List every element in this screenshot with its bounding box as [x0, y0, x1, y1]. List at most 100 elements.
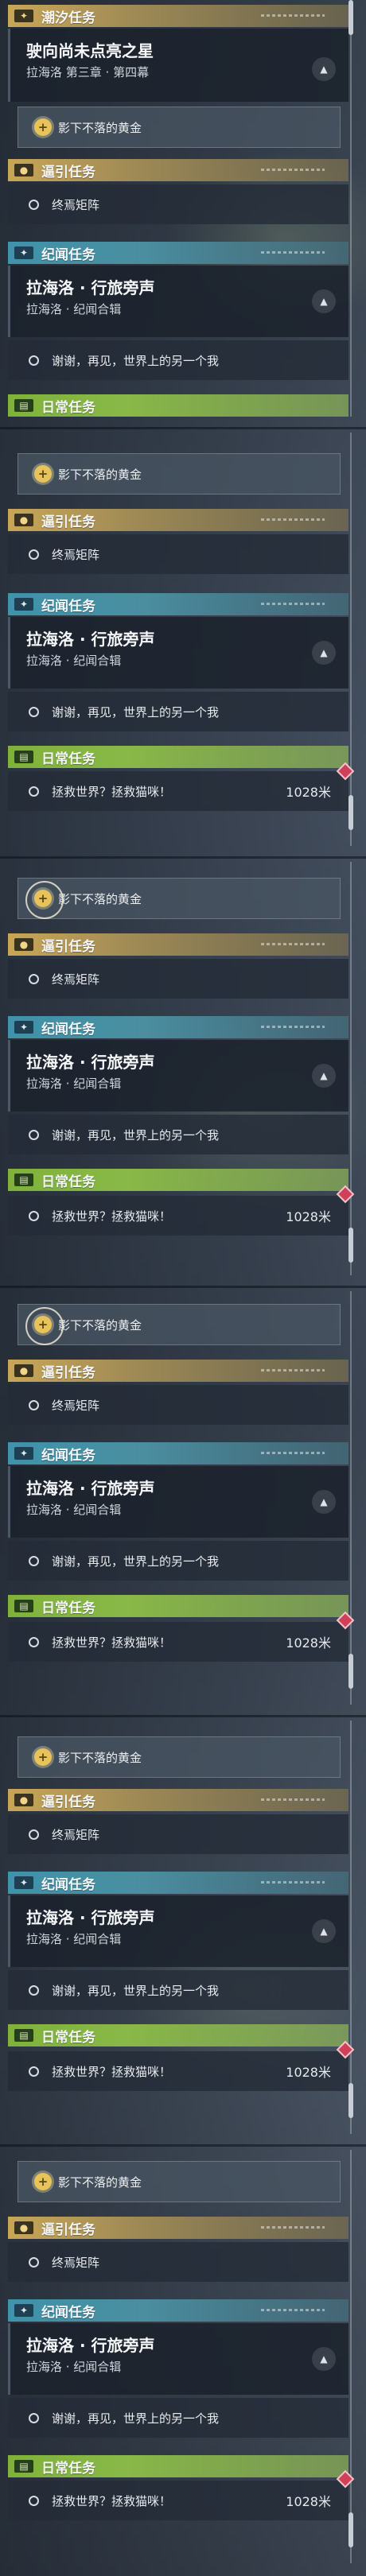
quest-title: 拉海洛 · 行旅旁声 — [26, 2336, 155, 2355]
scroll-rail[interactable] — [350, 1721, 352, 2134]
quest-row[interactable]: 拯救世界？拯救猫咪！ 1028米 — [8, 2469, 355, 2520]
radio-circle-icon[interactable] — [29, 2066, 39, 2077]
quest-row[interactable]: 拯救世界？拯救猫咪！ 1028米 — [8, 2040, 355, 2091]
scroll-thumb[interactable] — [348, 1228, 353, 1263]
section-header-story[interactable]: ✦ 纪闻任务 — [8, 1872, 348, 1894]
main-quest-card[interactable]: 驶向尚未点亮之星 拉海洛 第三章 · 第四幕 ▲ — [8, 29, 348, 102]
story-quest-card[interactable]: 拉海洛 · 行旅旁声 拉海洛 · 纪闻合辑 ▲ — [8, 266, 348, 337]
quest-row[interactable]: 谢谢，再见，世界上的另一个我 — [8, 1541, 348, 1581]
radio-circle-icon[interactable] — [29, 2412, 39, 2423]
quest-row[interactable]: 谢谢，再见，世界上的另一个我 — [8, 340, 348, 380]
section-title: 日常任务 — [41, 1600, 95, 1616]
section-header-story[interactable]: ✦ 纪闻任务 — [8, 1016, 348, 1038]
radio-circle-icon[interactable] — [29, 706, 39, 717]
radio-circle-icon[interactable] — [29, 2256, 39, 2268]
quest-row[interactable]: 谢谢，再见，世界上的另一个我 — [8, 1115, 348, 1154]
scroll-rail[interactable] — [350, 3, 352, 417]
section-header-guide[interactable]: ● 逼引任务 — [8, 509, 348, 531]
section-header-story[interactable]: ✦ 纪闻任务 — [8, 593, 348, 615]
section-header-guide[interactable]: ● 逼引任务 — [8, 2217, 348, 2239]
tracked-quest-pill[interactable]: + 影下不落的黄金 — [18, 107, 341, 148]
quest-row[interactable]: 拯救世界？拯救猫咪！ 1028米 — [8, 1185, 355, 1236]
quest-name: 终焉矩阵 — [52, 197, 100, 212]
scroll-rail[interactable] — [350, 2150, 352, 2563]
quest-subtitle: 拉海洛 · 纪闻合辑 — [26, 1077, 122, 1091]
radio-circle-icon[interactable] — [29, 1829, 39, 1840]
tracked-quest-pill[interactable]: + 影下不落的黄金 — [18, 2161, 341, 2202]
scroll-thumb[interactable] — [348, 0, 353, 35]
header-decoration — [261, 518, 325, 521]
section-header-guide[interactable]: ● 逼引任务 — [8, 933, 348, 956]
section-title: 日常任务 — [41, 399, 95, 416]
chevron-up-icon[interactable]: ▲ — [312, 1919, 336, 1943]
radio-circle-icon[interactable] — [29, 355, 39, 366]
tracked-quest-pill[interactable]: + 影下不落的黄金 — [18, 1304, 341, 1345]
radio-circle-icon[interactable] — [29, 2495, 39, 2506]
scroll-rail[interactable] — [350, 862, 352, 1275]
section-header-guide[interactable]: ● 逼引任务 — [8, 1789, 348, 1811]
section-header-guide[interactable]: ● 逼引任务 — [8, 1360, 348, 1382]
quest-row[interactable]: 拯救世界？拯救猫咪！ 1028米 — [8, 762, 355, 811]
section-header-daily[interactable]: ▤ 日常任务 — [8, 394, 348, 417]
quest-row[interactable]: 终焉矩阵 — [8, 534, 348, 574]
section-header-daily[interactable]: ▤ 日常任务 — [8, 1169, 348, 1191]
section-header-tide[interactable]: ✦ 潮汐任务 — [8, 5, 348, 27]
quest-row[interactable]: 终焉矩阵 — [8, 2242, 348, 2282]
section-header-story[interactable]: ✦ 纪闻任务 — [8, 1442, 348, 1465]
quest-row[interactable]: 拯救世界？拯救猫咪！ 1028米 — [8, 1611, 355, 1662]
scroll-thumb[interactable] — [348, 795, 353, 830]
quest-row[interactable]: 谢谢，再见，世界上的另一个我 — [8, 692, 348, 731]
section-title: 纪闻任务 — [41, 1876, 95, 1893]
section-header-daily[interactable]: ▤ 日常任务 — [8, 2024, 348, 2046]
tracked-quest-pill[interactable]: + 影下不落的黄金 — [18, 1736, 341, 1778]
radio-circle-icon[interactable] — [29, 1129, 39, 1140]
sparkle-icon: ✦ — [14, 10, 33, 22]
tracked-quest-pill[interactable]: + 影下不落的黄金 — [18, 878, 341, 919]
scroll-thumb[interactable] — [348, 2083, 353, 2118]
radio-circle-icon[interactable] — [29, 1399, 39, 1410]
quest-row[interactable]: 终焉矩阵 — [8, 959, 348, 999]
quest-row[interactable]: 终焉矩阵 — [8, 184, 348, 224]
quest-name: 终焉矩阵 — [52, 2255, 100, 2270]
story-quest-card[interactable]: 拉海洛 · 行旅旁声 拉海洛 · 纪闻合辑 ▲ — [8, 1895, 348, 1967]
scroll-rail[interactable] — [350, 433, 352, 846]
radio-circle-icon[interactable] — [29, 549, 39, 560]
radio-circle-icon[interactable] — [29, 1555, 39, 1566]
radio-circle-icon[interactable] — [29, 1984, 39, 1996]
story-quest-card[interactable]: 拉海洛 · 行旅旁声 拉海洛 · 纪闻合辑 ▲ — [8, 2323, 348, 2395]
chevron-up-icon[interactable]: ▲ — [312, 1064, 336, 1088]
quest-row[interactable]: 谢谢，再见，世界上的另一个我 — [8, 1970, 348, 2010]
location-pin-icon: ● — [14, 1794, 33, 1806]
section-header-daily[interactable]: ▤ 日常任务 — [8, 2455, 348, 2477]
story-quest-card[interactable]: 拉海洛 · 行旅旁声 拉海洛 · 纪闻合辑 ▲ — [8, 1466, 348, 1538]
section-header-daily[interactable]: ▤ 日常任务 — [8, 1595, 348, 1617]
scroll-thumb[interactable] — [348, 2512, 353, 2547]
section-header-story[interactable]: ✦ 纪闻任务 — [8, 2299, 348, 2322]
scroll-thumb[interactable] — [348, 1654, 353, 1689]
chevron-up-icon[interactable]: ▲ — [312, 641, 336, 665]
quest-title: 拉海洛 · 行旅旁声 — [26, 278, 155, 297]
quest-row[interactable]: 终焉矩阵 — [8, 1814, 348, 1854]
chevron-up-icon[interactable]: ▲ — [312, 57, 336, 81]
scroll-rail[interactable] — [350, 1291, 352, 1705]
quest-row[interactable]: 谢谢，再见，世界上的另一个我 — [8, 2398, 348, 2438]
chevron-up-icon[interactable]: ▲ — [312, 2347, 336, 2371]
chevron-up-icon[interactable]: ▲ — [312, 289, 336, 313]
radio-circle-icon[interactable] — [29, 973, 39, 984]
quest-name: 谢谢，再见，世界上的另一个我 — [52, 1554, 220, 1569]
header-decoration — [261, 14, 325, 17]
story-quest-card[interactable]: 拉海洛 · 行旅旁声 拉海洛 · 纪闻合辑 ▲ — [8, 617, 348, 689]
quest-row[interactable]: 终焉矩阵 — [8, 1385, 348, 1425]
radio-circle-icon[interactable] — [29, 1210, 39, 1221]
radio-circle-icon[interactable] — [29, 786, 39, 797]
chevron-up-icon[interactable]: ▲ — [312, 1490, 336, 1514]
section-header-daily[interactable]: ▤ 日常任务 — [8, 746, 348, 768]
radio-circle-icon[interactable] — [29, 199, 39, 210]
quest-name: 终焉矩阵 — [52, 1398, 100, 1413]
section-header-guide[interactable]: ● 逼引任务 — [8, 159, 348, 181]
section-header-story[interactable]: ✦ 纪闻任务 — [8, 242, 348, 264]
radio-circle-icon[interactable] — [29, 1636, 39, 1647]
section-title: 逼引任务 — [41, 1794, 95, 1810]
story-quest-card[interactable]: 拉海洛 · 行旅旁声 拉海洛 · 纪闻合辑 ▲ — [8, 1040, 348, 1111]
tracked-quest-pill[interactable]: + 影下不落的黄金 — [18, 453, 341, 495]
